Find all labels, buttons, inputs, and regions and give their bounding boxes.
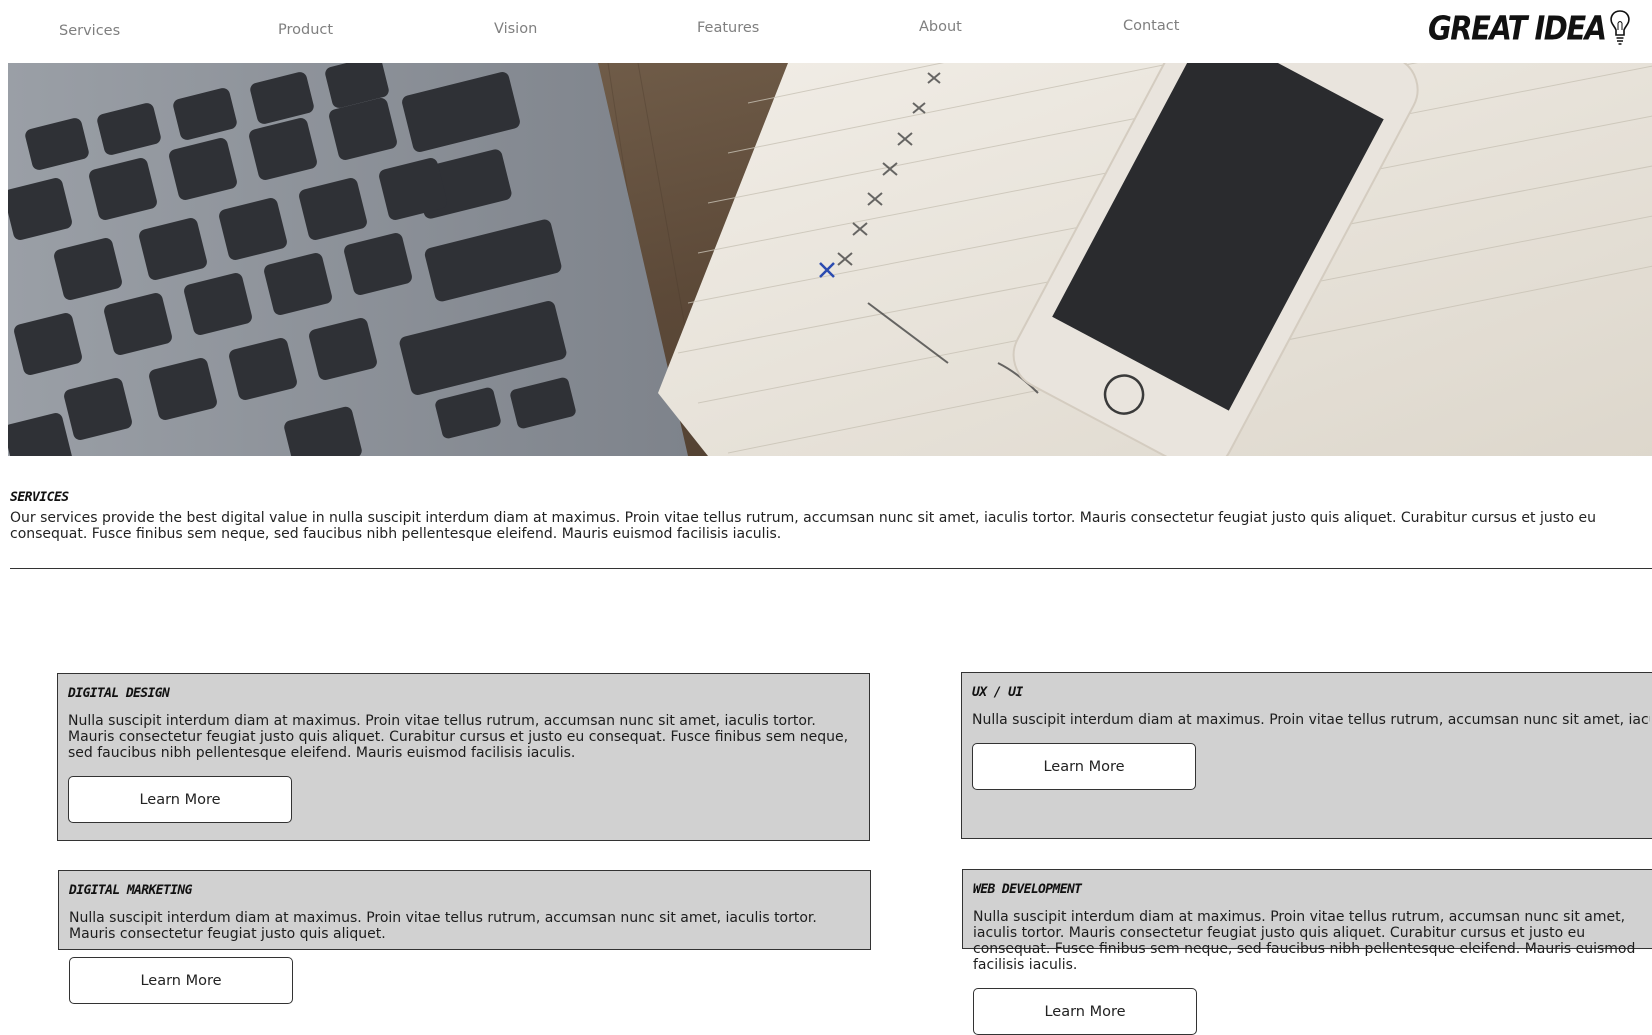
card-text: Nulla suscipit interdum diam at maximus.… [69,910,817,942]
nav-link-about[interactable]: About [919,19,962,35]
photo-laptop-notebook-phone-icon [8,63,1652,456]
card-text: Nulla suscipit interdum diam at maximus.… [972,712,1650,728]
service-card-digital-design: DIGITAL DESIGN Nulla suscipit interdum d… [57,673,870,841]
top-navigation: Services Product Vision Features About C… [0,0,1652,62]
card-title: UX / UI [972,685,1023,700]
learn-more-button[interactable]: Learn More [69,957,293,1004]
service-card-ux-ui: UX / UI Nulla suscipit interdum diam at … [961,672,1652,839]
card-text: Nulla suscipit interdum diam at maximus.… [68,713,849,761]
learn-more-button[interactable]: Learn More [973,988,1197,1035]
logo-text: GREAT IDEA [1428,8,1607,48]
service-card-web-development: WEB DEVELOPMENT Nulla suscipit interdum … [962,869,1652,1035]
service-card-digital-marketing: DIGITAL MARKETING Nulla suscipit interdu… [58,870,871,1004]
nav-link-vision[interactable]: Vision [494,21,537,37]
nav-link-contact[interactable]: Contact [1123,18,1179,34]
card-text: Nulla suscipit interdum diam at maximus.… [973,909,1636,973]
hero-image [8,63,1652,456]
nav-link-features[interactable]: Features [697,20,759,36]
card-title: WEB DEVELOPMENT [973,882,1082,897]
learn-more-button[interactable]: Learn More [972,743,1196,790]
section-divider [10,568,1652,569]
nav-link-services[interactable]: Services [59,23,120,39]
nav-link-product[interactable]: Product [278,22,333,38]
brand-logo[interactable]: GREAT IDEA [1428,5,1632,51]
services-heading: SERVICES [10,490,69,505]
lightbulb-icon [1609,10,1630,45]
card-title: DIGITAL MARKETING [69,883,192,898]
card-title: DIGITAL DESIGN [68,686,170,701]
services-description: Our services provide the best digital va… [10,510,1597,542]
learn-more-button[interactable]: Learn More [68,776,292,823]
